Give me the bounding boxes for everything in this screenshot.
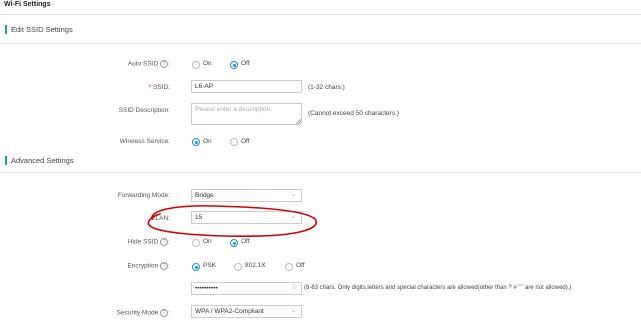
auto-ssid-off-label: Off — [241, 60, 250, 67]
hide-ssid-on-label: On — [203, 238, 212, 245]
chevron-down-icon: ⌄ — [290, 214, 296, 220]
wireless-service-label: Wireless Service: — [119, 138, 170, 145]
chevron-down-icon: ⌄ — [290, 192, 296, 198]
vlan-select[interactable]: 15 ⌄ — [191, 211, 302, 224]
password-note: (8-63 chars. Only digits,letters and spe… — [304, 285, 572, 291]
encryption-label: Encryption?: — [127, 262, 170, 270]
hide-ssid-label: Hide SSID?: — [127, 238, 170, 246]
encryption-psk-label: PSK — [203, 262, 217, 269]
divider — [0, 172, 641, 173]
auto-ssid-off-radio[interactable] — [230, 61, 238, 69]
password-input[interactable]: •••••••••• ☉ — [191, 282, 302, 295]
eye-off-icon[interactable]: ☉ — [292, 283, 297, 294]
security-mode-label: Security Mode?: — [116, 309, 170, 317]
encryption-off-label: Off — [296, 262, 305, 269]
section-accent-bar — [5, 25, 7, 34]
help-icon[interactable]: ? — [160, 60, 169, 68]
security-mode-select[interactable]: WPA / WPA2-Compliant ⌄ — [191, 305, 302, 318]
wireless-service-off-label: Off — [241, 138, 250, 145]
help-icon[interactable]: ? — [160, 262, 169, 270]
chevron-down-icon: ⌄ — [290, 308, 296, 314]
section-title-edit-ssid: Edit SSID Settings — [11, 25, 73, 34]
hide-ssid-on-radio[interactable] — [192, 239, 200, 247]
help-icon[interactable]: ? — [160, 238, 169, 246]
page-title: Wi-Fi Settings — [4, 1, 51, 8]
wireless-service-on-label: On — [203, 138, 212, 145]
divider — [0, 43, 641, 44]
ssid-description-textarea[interactable]: Please enter a description. — [191, 103, 302, 125]
auto-ssid-on-radio[interactable] — [192, 61, 200, 69]
red-ellipse-annotation — [147, 205, 318, 237]
hide-ssid-off-radio[interactable] — [230, 239, 238, 247]
ssid-label: * SSID: — [148, 84, 170, 91]
wireless-service-off-radio[interactable] — [230, 138, 238, 146]
encryption-psk-radio[interactable] — [192, 263, 200, 271]
encryption-8021x-label: 802.1X — [245, 262, 266, 269]
section-accent-bar — [5, 156, 7, 165]
ssid-input[interactable]: L6-AP — [191, 80, 302, 93]
ssid-note: (1-32 chars.) — [308, 84, 345, 91]
vlan-label: VLAN: — [151, 215, 170, 222]
encryption-off-radio[interactable] — [285, 263, 293, 271]
resize-handle-icon[interactable] — [296, 119, 301, 124]
ssid-description-label: SSID Description: — [118, 107, 170, 114]
forwarding-mode-select[interactable]: Bridge ⌄ — [191, 189, 302, 202]
ssid-description-note: (Cannot exceed 50 characters.) — [308, 110, 400, 117]
hide-ssid-off-label: Off — [241, 238, 250, 245]
forwarding-mode-label: Forwarding Mode: — [117, 192, 170, 199]
divider — [0, 14, 641, 15]
auto-ssid-on-label: On — [203, 60, 212, 67]
encryption-8021x-radio[interactable] — [234, 263, 242, 271]
wireless-service-on-radio[interactable] — [192, 138, 200, 146]
help-icon[interactable]: ? — [160, 309, 169, 317]
section-title-advanced: Advanced Settings — [11, 156, 74, 165]
auto-ssid-label: Auto SSID?: — [127, 60, 170, 68]
